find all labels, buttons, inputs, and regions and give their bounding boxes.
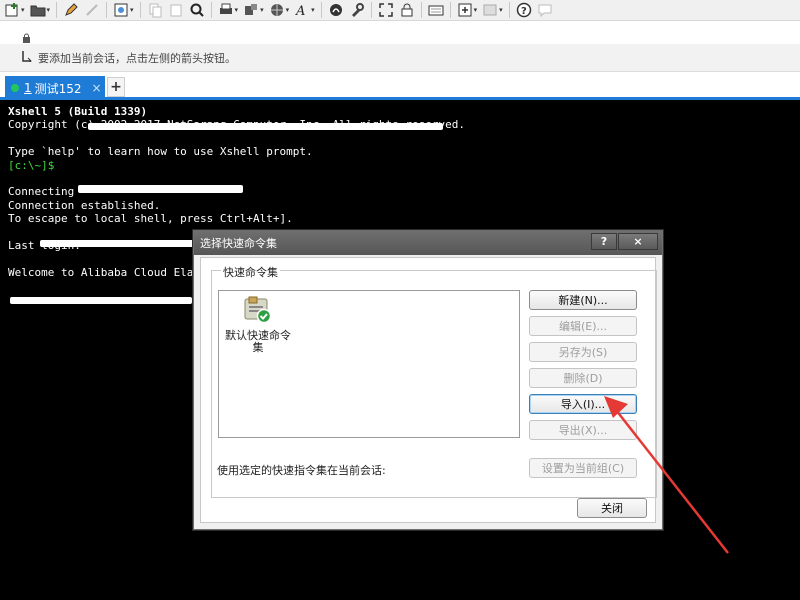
save-as-button[interactable]: 另存为(S) [529, 342, 637, 362]
fullscreen-icon [378, 2, 394, 18]
properties-icon [113, 2, 129, 18]
tab-label: 测试152 [34, 81, 82, 96]
edit-button[interactable] [61, 1, 81, 19]
transfer-button[interactable]: ▾ [241, 1, 266, 19]
toolbar-separator [508, 2, 510, 18]
paste-icon [168, 2, 184, 18]
toolbar-separator [320, 2, 322, 18]
svg-text:?: ? [521, 6, 527, 17]
xftp-button[interactable] [326, 1, 346, 19]
layout-icon [482, 2, 498, 18]
toolbar-separator [139, 2, 141, 18]
list-item[interactable]: 默认快速命令集 [223, 295, 293, 354]
new-button[interactable]: 新建(N)... [529, 290, 637, 310]
add-button[interactable]: ▾ [455, 1, 480, 19]
disconnect-button[interactable] [82, 1, 102, 19]
delete-button[interactable]: 删除(D) [529, 368, 637, 388]
chat-button[interactable] [535, 1, 555, 19]
terminal-line: Xshell 5 (Build 1339) [8, 105, 148, 118]
tools-button[interactable] [347, 1, 367, 19]
dialog-help-button[interactable]: ? [591, 233, 617, 250]
new-session-button[interactable]: ▾ [2, 1, 27, 19]
quick-command-set-dialog: 选择快速命令集 ? × 快速命令集 默认快速命令集 新建(N)... 编辑(E)… [193, 230, 663, 530]
copy-button[interactable] [145, 1, 165, 19]
font-button[interactable]: A ▾ [292, 1, 317, 19]
close-tab-icon[interactable]: × [92, 81, 102, 95]
toolbar-separator [449, 2, 451, 18]
xshell-window: ▾ ▾ ▾ ▾ ▾ ▾ A ▾ ▾ ▾ ? 要添加当前会话，点击左侧的箭头按钮。… [0, 0, 800, 600]
redaction-mark [88, 123, 443, 130]
close-button[interactable]: 关闭 [577, 498, 647, 518]
command-set-list[interactable]: 默认快速命令集 [218, 290, 520, 438]
redaction-mark [78, 185, 243, 193]
dialog-body: 快速命令集 默认快速命令集 新建(N)... 编辑(E)... 另存为(S) 删… [200, 257, 657, 523]
lock-button[interactable] [397, 1, 417, 19]
toolbar-separator [106, 2, 108, 18]
edit-button[interactable]: 编辑(E)... [529, 316, 637, 336]
encoding-button[interactable]: ▾ [267, 1, 292, 19]
open-button[interactable]: ▾ [28, 1, 53, 19]
set-current-group-button[interactable]: 设置为当前组(C) [529, 458, 637, 478]
link-icon [84, 2, 100, 18]
print-button[interactable]: ▾ [216, 1, 241, 19]
hint-text: 要添加当前会话，点击左侧的箭头按钮。 [38, 51, 236, 65]
toolbar-separator [56, 2, 58, 18]
help-button[interactable]: ? [514, 1, 534, 19]
terminal-prompt: [c:\~]$ [8, 158, 55, 172]
redaction-mark [10, 297, 192, 304]
terminal-line: To escape to local shell, press Ctrl+Alt… [8, 212, 293, 226]
svg-text:A: A [295, 4, 305, 18]
toolbar-separator [370, 2, 372, 18]
fullscreen-button[interactable] [376, 1, 396, 19]
layout-button[interactable]: ▾ [480, 1, 505, 19]
add-session-arrow-icon[interactable] [22, 50, 32, 65]
properties-button[interactable]: ▾ [111, 1, 136, 19]
group-title: 快速命令集 [221, 264, 280, 280]
toolbar-separator [210, 2, 212, 18]
help-icon: ? [516, 2, 532, 18]
globe-icon [269, 2, 285, 18]
print-icon [218, 2, 234, 18]
font-icon: A [294, 2, 310, 18]
new-session-icon [4, 2, 20, 18]
main-toolbar: ▾ ▾ ▾ ▾ ▾ ▾ A ▾ ▾ ▾ ? [0, 0, 800, 20]
terminal-line: Connection established. [8, 198, 161, 212]
open-folder-icon [30, 2, 46, 18]
export-button[interactable]: 导出(X)... [529, 420, 637, 440]
new-tab-button[interactable]: + [107, 77, 125, 97]
chat-icon [537, 2, 553, 18]
find-button[interactable] [187, 1, 207, 19]
import-button[interactable]: 导入(I)... [529, 394, 637, 414]
dialog-title: 选择快速命令集 [200, 237, 277, 250]
redaction-mark [40, 240, 195, 247]
hint-bar: 要添加当前会话，点击左侧的箭头按钮。 [0, 44, 800, 72]
keyboard-button[interactable] [426, 1, 446, 19]
copy-icon [147, 2, 163, 18]
edit-icon [63, 2, 79, 18]
list-item-label: 默认快速命令集 [225, 329, 291, 354]
dialog-close-button[interactable]: × [618, 233, 658, 250]
connected-status-icon [11, 84, 19, 92]
tab-bar: 1 测试152 × + [0, 72, 800, 100]
transfer-icon [243, 2, 259, 18]
tools-icon [349, 2, 365, 18]
toolbar-separator [420, 2, 422, 18]
add-icon [457, 2, 473, 18]
use-label: 使用选定的快速指令集在当前会话: [217, 464, 386, 477]
redacted-address [22, 28, 282, 37]
xftp-icon [328, 2, 344, 18]
lock-icon [399, 2, 415, 18]
terminal-line: Type `help' to learn how to use Xshell p… [8, 145, 313, 159]
tab-session-1[interactable]: 1 测试152 × [5, 76, 105, 100]
keyboard-icon [428, 2, 444, 18]
address-bar[interactable] [0, 20, 800, 44]
paste-button[interactable] [166, 1, 186, 19]
tab-number: 1 [24, 81, 32, 95]
find-icon [189, 2, 205, 18]
command-set-icon [242, 295, 274, 329]
